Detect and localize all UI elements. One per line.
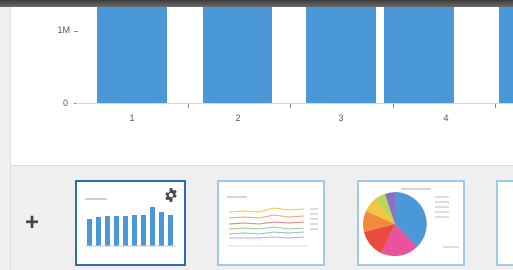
bar-4[interactable]	[384, 7, 454, 103]
thumbnail-bar-chart[interactable]	[75, 180, 186, 266]
gear-icon[interactable]	[164, 188, 178, 202]
add-chart-button[interactable]: +	[22, 210, 42, 236]
x-tick-label-2: 2	[235, 113, 241, 123]
x-tick-mark	[188, 104, 189, 108]
bar-3[interactable]	[306, 7, 376, 103]
y-tick-label-0: 0	[62, 98, 68, 108]
line-chart-thumbnail-icon	[227, 196, 318, 247]
thumbnail-chart-partial[interactable]	[496, 180, 513, 266]
x-tick-label-3: 3	[338, 113, 344, 123]
bar-1[interactable]	[97, 7, 167, 103]
y-tick-mark-1m	[74, 31, 78, 32]
pie-chart-thumbnail-icon	[363, 188, 459, 257]
bar-5[interactable]	[499, 7, 513, 103]
top-edge-shadow	[0, 0, 513, 7]
x-tick-mark	[393, 104, 394, 108]
x-tick-label-4: 4	[443, 113, 449, 123]
thumbnail-line-chart[interactable]	[217, 180, 325, 266]
x-tick-mark	[495, 104, 496, 108]
x-axis	[76, 103, 513, 104]
x-tick-mark	[290, 104, 291, 108]
x-tick-label-1: 1	[129, 113, 135, 123]
bar-2[interactable]	[203, 7, 272, 103]
thumbnail-pie-chart[interactable]	[357, 180, 465, 266]
y-tick-label-1m: 1M	[57, 25, 70, 35]
